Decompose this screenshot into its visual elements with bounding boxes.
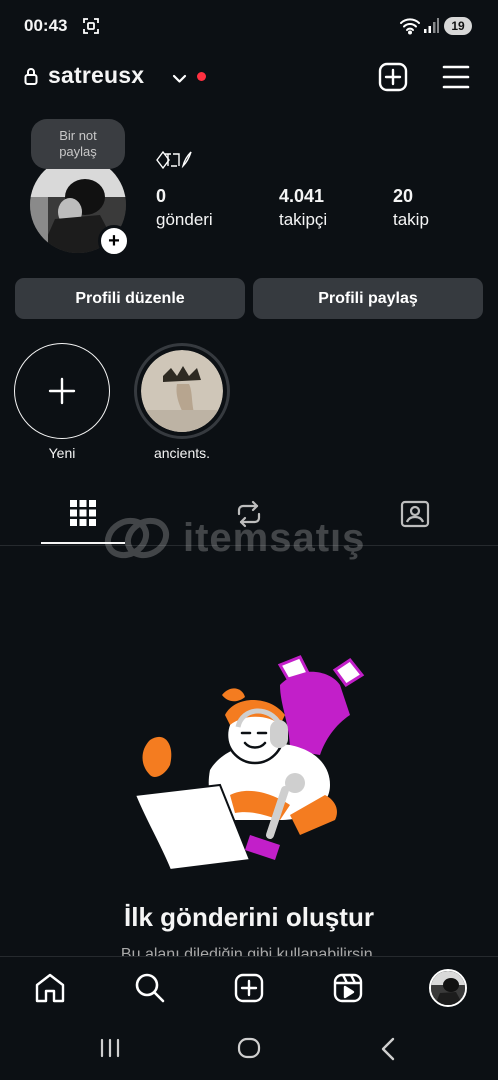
note-bubble[interactable]: Bir not paylaş	[31, 119, 125, 169]
recent-apps-icon[interactable]	[99, 1038, 121, 1063]
create-post-icon[interactable]	[378, 62, 408, 97]
reels-icon[interactable]	[333, 973, 363, 1008]
add-story-button[interactable]: +	[98, 225, 130, 257]
home-button-icon[interactable]	[237, 1037, 261, 1064]
chevron-down-icon[interactable]	[172, 71, 187, 89]
bottom-nav	[0, 956, 498, 1019]
note-line-1: Bir not	[59, 128, 97, 143]
back-icon[interactable]	[380, 1037, 396, 1066]
stat-followers-value: 4.041	[279, 186, 325, 206]
signal-icon	[423, 17, 439, 40]
highlight-ancients[interactable]	[134, 343, 230, 439]
stat-following-value: 20	[393, 186, 414, 206]
watermark: itemsatış	[103, 514, 403, 569]
stat-following-label: takip	[393, 210, 429, 229]
home-icon[interactable]	[34, 973, 66, 1008]
wifi-icon	[399, 17, 421, 40]
lock-icon	[24, 67, 38, 90]
stat-followers[interactable]: 4.041 takipçi	[279, 186, 327, 230]
stat-following[interactable]: 20 takip	[393, 186, 429, 230]
username[interactable]: satreusx	[48, 62, 144, 89]
screenshot-icon	[82, 17, 100, 40]
stat-followers-label: takipçi	[279, 210, 328, 229]
battery-indicator: 19	[444, 17, 472, 35]
share-profile-button[interactable]: Profili paylaş	[253, 278, 483, 319]
search-icon[interactable]	[134, 972, 166, 1009]
profile-tab-avatar[interactable]	[429, 969, 467, 1007]
new-highlight-button[interactable]	[14, 343, 110, 439]
watermark-text: itemsatış	[183, 516, 366, 560]
notification-dot	[197, 72, 206, 81]
note-line-2: paylaş	[59, 144, 97, 159]
system-nav	[0, 1018, 498, 1080]
stat-posts-label: gönderi	[156, 210, 213, 229]
status-time: 00:43	[24, 16, 68, 35]
menu-icon[interactable]	[442, 64, 470, 95]
tagged-icon[interactable]	[400, 500, 430, 533]
highlight-label-ancients: ancients.	[153, 445, 211, 461]
empty-state-title: İlk gönderini oluştur	[124, 902, 374, 932]
empty-state-subtitle: Bu alanı dilediğin gibi kullanabilirsin.	[120, 946, 378, 956]
profile-emblem-icon	[155, 148, 193, 177]
empty-state-illustration	[130, 645, 370, 880]
create-icon[interactable]	[234, 973, 264, 1008]
grid-icon[interactable]	[70, 500, 96, 531]
stat-posts-value: 0	[156, 186, 167, 206]
highlight-label-new: Yeni	[48, 445, 76, 461]
edit-profile-button[interactable]: Profili düzenle	[15, 278, 245, 319]
stat-posts[interactable]: 0 gönderi	[156, 186, 213, 230]
